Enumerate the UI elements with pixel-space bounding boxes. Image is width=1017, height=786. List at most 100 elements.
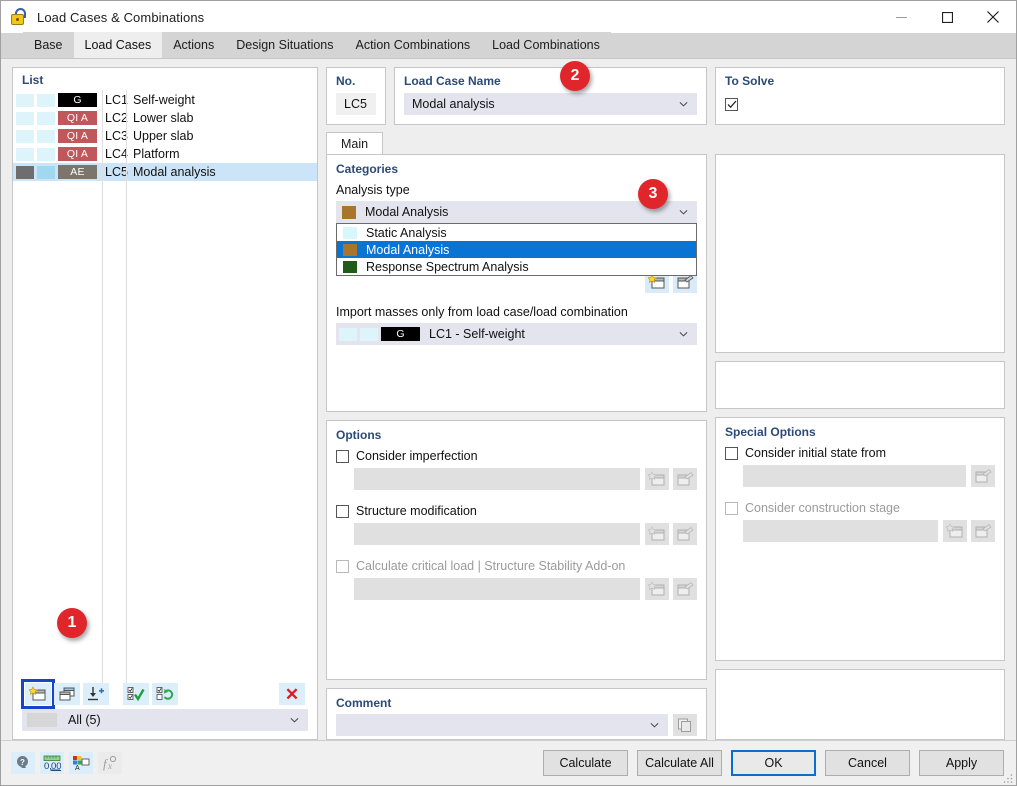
- consider-construction-stage-label: Consider construction stage: [745, 501, 900, 515]
- consider-imperfection-label: Consider imperfection: [356, 449, 478, 463]
- delete-load-case-button[interactable]: ✕: [279, 683, 305, 705]
- row-color-swatch-b: [37, 165, 55, 179]
- new-structure-modification-button[interactable]: [645, 523, 669, 545]
- calculate-all-button[interactable]: Calculate All: [637, 750, 722, 776]
- to-solve-label: To Solve: [725, 74, 775, 88]
- ok-button[interactable]: OK: [731, 750, 816, 776]
- load-case-number: LC2: [105, 111, 128, 125]
- left-panel-column: Categories Analysis type Modal Analysis: [326, 154, 707, 740]
- calculate-critical-load-checkbox: [336, 559, 349, 573]
- no-input[interactable]: LC5: [336, 93, 376, 115]
- dropdown-option-static-analysis[interactable]: Static Analysis: [337, 224, 696, 241]
- svg-text:x: x: [107, 761, 112, 771]
- function-icon[interactable]: f x: [98, 752, 122, 774]
- new-load-case-button[interactable]: [21, 679, 55, 709]
- load-case-list-panel: List G LC1 Self-weight QI A LC2 Lower sl…: [12, 67, 318, 740]
- table-row[interactable]: QI A LC2 Lower slab: [13, 109, 317, 127]
- dropdown-option-response-spectrum-analysis[interactable]: Response Spectrum Analysis: [337, 258, 696, 275]
- filter-label: All (5): [68, 713, 101, 727]
- table-row[interactable]: AE LC5 Modal analysis: [13, 163, 317, 181]
- right-column: No. LC5 Load Case Name Modal analysis 2 …: [326, 61, 1005, 740]
- row-color-swatch-b: [37, 129, 55, 143]
- consider-initial-state-label: Consider initial state from: [745, 446, 887, 460]
- chevron-down-icon: [679, 210, 688, 215]
- help-icon[interactable]: ?: [11, 752, 35, 774]
- units-decimals-icon[interactable]: 0, 00: [40, 752, 64, 774]
- calculate-button[interactable]: Calculate: [543, 750, 628, 776]
- imperfection-field-line: [354, 468, 697, 490]
- annotation-badge-1: 1: [57, 608, 87, 638]
- tab-base[interactable]: Base: [23, 32, 74, 58]
- comment-copy-button[interactable]: [673, 714, 697, 736]
- dropdown-option-modal-analysis[interactable]: Modal Analysis: [337, 241, 696, 258]
- bottom-bar: ? 0, 00 A f x Calculate Calculate All OK…: [1, 740, 1016, 785]
- tab-actions[interactable]: Actions: [162, 32, 226, 58]
- svg-text:A: A: [75, 765, 80, 771]
- structure-modification-field[interactable]: [354, 523, 640, 545]
- select-all-button[interactable]: [123, 683, 149, 705]
- load-case-name: Modal analysis: [133, 165, 216, 179]
- display-properties-icon[interactable]: A: [69, 752, 93, 774]
- list-filter-dropdown[interactable]: All (5): [22, 709, 308, 731]
- import-masses-combo[interactable]: G LC1 - Self-weight: [336, 323, 697, 345]
- option-consider-imperfection[interactable]: Consider imperfection: [336, 449, 697, 463]
- close-button[interactable]: [970, 1, 1016, 33]
- cancel-button[interactable]: Cancel: [825, 750, 910, 776]
- import-masses-label: Import masses only from load case/load c…: [336, 305, 628, 319]
- edit-initial-state-button[interactable]: [971, 465, 995, 487]
- consider-initial-state-checkbox[interactable]: [725, 446, 738, 460]
- option-consider-construction-stage: Consider construction stage: [725, 501, 995, 515]
- chevron-down-icon: [650, 723, 659, 728]
- comment-input[interactable]: [336, 714, 668, 736]
- load-case-name: Platform: [133, 147, 180, 161]
- load-case-lock-icon: [10, 8, 28, 26]
- import-masses-value: LC1 - Self-weight: [429, 327, 525, 341]
- comment-group: Comment: [326, 688, 707, 740]
- option-consider-initial-state[interactable]: Consider initial state from: [725, 446, 995, 460]
- dialog-buttons: Calculate Calculate All OK Cancel Apply: [543, 750, 1004, 776]
- tab-load-combinations[interactable]: Load Combinations: [481, 32, 611, 58]
- apply-button[interactable]: Apply: [919, 750, 1004, 776]
- table-row[interactable]: QI A LC4 Platform: [13, 145, 317, 163]
- new-imperfection-button[interactable]: [645, 468, 669, 490]
- edit-structure-modification-button[interactable]: [673, 523, 697, 545]
- load-case-number: LC4: [105, 147, 128, 161]
- load-case-name-group: Load Case Name Modal analysis 2: [394, 61, 707, 125]
- import-masses-badge: G: [381, 327, 420, 341]
- table-row[interactable]: G LC1 Self-weight: [13, 91, 317, 109]
- edit-imperfection-button[interactable]: [673, 468, 697, 490]
- maximize-button[interactable]: [924, 1, 970, 33]
- load-case-name-label: Load Case Name: [404, 74, 501, 88]
- option-structure-modification[interactable]: Structure modification: [336, 504, 697, 518]
- imperfection-field[interactable]: [354, 468, 640, 490]
- copy-load-case-button[interactable]: [54, 683, 80, 705]
- to-solve-checkbox[interactable]: [725, 97, 738, 111]
- row-color-swatch-b: [37, 111, 55, 125]
- tab-action-combinations[interactable]: Action Combinations: [344, 32, 482, 58]
- special-options-group: Special Options Consider initial state f…: [715, 417, 1005, 661]
- consider-imperfection-checkbox[interactable]: [336, 449, 349, 463]
- invert-selection-button[interactable]: [152, 683, 178, 705]
- preview-panel-bottom: [715, 669, 1005, 740]
- initial-state-field[interactable]: [743, 465, 966, 487]
- load-case-number: LC3: [105, 129, 128, 143]
- svg-text:?: ?: [20, 758, 25, 767]
- tab-main[interactable]: Main: [326, 132, 384, 154]
- status-badge: G: [58, 93, 97, 107]
- panels-wrap: Categories Analysis type Modal Analysis: [326, 154, 1005, 740]
- tab-load-cases[interactable]: Load Cases: [73, 32, 163, 58]
- import-load-case-button[interactable]: [83, 683, 109, 705]
- load-case-name-input[interactable]: Modal analysis: [404, 93, 697, 115]
- load-case-name: Upper slab: [133, 129, 194, 143]
- minimize-button[interactable]: [878, 1, 924, 33]
- status-badge: QI A: [58, 147, 97, 161]
- tab-design-situations[interactable]: Design Situations: [225, 32, 345, 58]
- consider-construction-stage-checkbox: [725, 501, 738, 515]
- main-tab-strip: Base Load Cases Actions Design Situation…: [1, 32, 1016, 59]
- row-color-swatch-b: [37, 147, 55, 161]
- structure-modification-checkbox[interactable]: [336, 504, 349, 518]
- table-row[interactable]: QI A LC3 Upper slab: [13, 127, 317, 145]
- load-case-number: LC1: [105, 93, 128, 107]
- resize-grip-icon[interactable]: [1003, 773, 1013, 783]
- comment-field-line: [336, 714, 697, 736]
